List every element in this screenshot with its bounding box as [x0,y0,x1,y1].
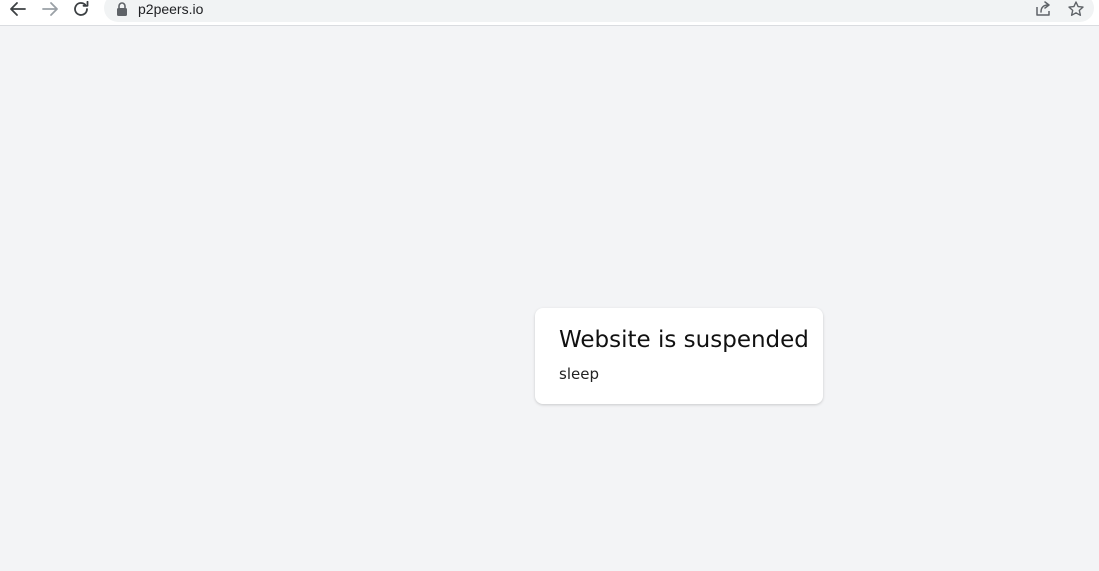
browser-toolbar: p2peers.io [0,0,1099,26]
share-icon [1036,1,1050,16]
bookmark-button[interactable] [1066,0,1086,18]
reload-icon [74,1,89,16]
back-button[interactable] [7,0,29,18]
reload-button[interactable] [71,0,93,18]
lock-icon[interactable] [116,2,128,16]
address-bar[interactable]: p2peers.io [104,0,1094,22]
star-icon [1068,1,1084,16]
card-title: Website is suspended [559,327,809,353]
url-text[interactable]: p2peers.io [138,1,203,17]
suspension-card: Website is suspended sleep [535,308,823,404]
arrow-left-icon [10,2,26,16]
card-message: sleep [559,365,599,383]
arrow-right-icon [42,2,58,16]
share-button[interactable] [1034,0,1054,18]
forward-button[interactable] [39,0,61,18]
